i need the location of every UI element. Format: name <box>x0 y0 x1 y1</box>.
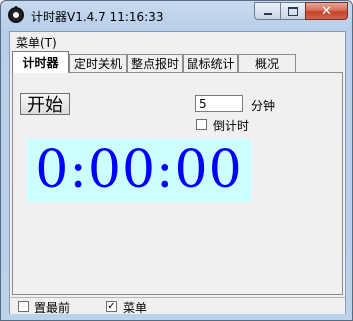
status-bar: 置最前 ✓ 菜单 <box>10 297 345 315</box>
tab-timer[interactable]: 计时器 <box>12 51 69 73</box>
client-area: 菜单(T) 计时器 定时关机 整点报时 鼠标统计 概况 开始 分钟 倒计时 0:… <box>9 31 346 315</box>
window-title: 计时器V1.4.7 11:16:33 <box>31 10 164 24</box>
menu-bar: 菜单(T) <box>10 32 345 50</box>
close-button[interactable]: ✕ <box>305 2 348 20</box>
minimize-button[interactable] <box>254 2 280 20</box>
minimize-icon <box>263 13 272 15</box>
checkmark-icon: ✓ <box>107 301 116 312</box>
countdown-checkbox[interactable] <box>196 119 207 130</box>
window-frame: 计时器V1.4.7 11:16:33 ✕ 菜单(T) 计时器 定时关机 整点报时… <box>0 0 353 321</box>
tab-overview[interactable]: 概况 <box>238 54 296 72</box>
tab-hourly-chime[interactable]: 整点报时 <box>127 54 183 72</box>
title-bar[interactable]: 计时器V1.4.7 11:16:33 ✕ <box>1 1 353 31</box>
caption-buttons: ✕ <box>254 2 348 21</box>
maximize-button[interactable] <box>280 2 305 20</box>
tab-strip: 计时器 定时关机 整点报时 鼠标统计 概况 <box>10 51 345 73</box>
always-on-top-label: 置最前 <box>34 301 71 315</box>
menu-item-menu[interactable]: 菜单(T) <box>16 34 57 51</box>
timer-panel: 开始 分钟 倒计时 0:00:00 <box>12 72 343 295</box>
show-menu-label: 菜单 <box>123 301 148 315</box>
minutes-unit-label: 分钟 <box>251 99 276 113</box>
minutes-input[interactable] <box>195 95 243 112</box>
tab-scheduled-shutdown[interactable]: 定时关机 <box>69 54 127 72</box>
always-on-top-checkbox[interactable] <box>18 301 29 312</box>
tab-mouse-stats[interactable]: 鼠标统计 <box>183 54 238 72</box>
time-display: 0:00:00 <box>27 139 251 202</box>
start-button[interactable]: 开始 <box>20 93 70 116</box>
countdown-label: 倒计时 <box>213 119 250 133</box>
show-menu-checkbox[interactable]: ✓ <box>106 301 117 312</box>
maximize-icon <box>288 6 298 16</box>
close-icon: ✕ <box>321 3 332 19</box>
stopwatch-icon <box>8 6 24 23</box>
